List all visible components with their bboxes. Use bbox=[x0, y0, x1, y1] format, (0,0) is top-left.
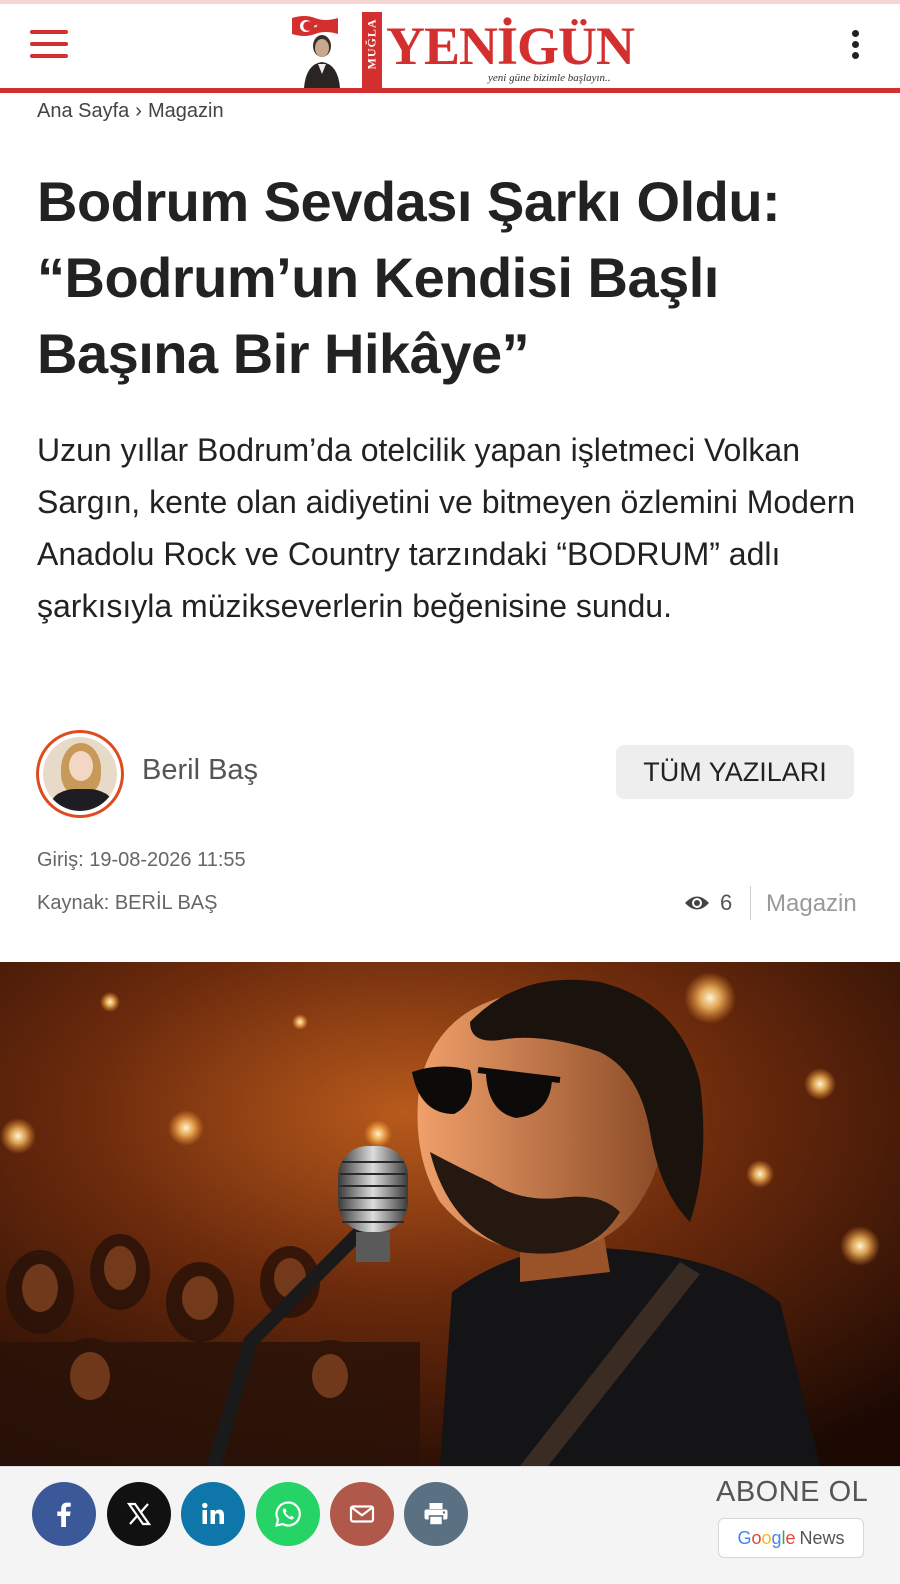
whatsapp-icon bbox=[275, 1501, 301, 1527]
breadcrumb-home-link[interactable]: Ana Sayfa bbox=[37, 100, 129, 122]
google-news-letter: o bbox=[761, 1527, 772, 1548]
eye-icon bbox=[685, 896, 709, 910]
site-logo[interactable]: MUĞLA YENİGÜN yeni güne bizimle başlayın… bbox=[290, 12, 640, 90]
whatsapp-share-button[interactable] bbox=[256, 1482, 320, 1546]
email-share-button[interactable] bbox=[330, 1482, 394, 1546]
ataturk-bust-icon bbox=[304, 35, 340, 88]
logo-side-text: MUĞLA bbox=[364, 18, 379, 70]
article-hero-image[interactable] bbox=[0, 962, 900, 1466]
x-share-button[interactable] bbox=[107, 1482, 171, 1546]
category-link[interactable]: Magazin bbox=[766, 890, 857, 918]
view-count: 6 bbox=[684, 889, 732, 917]
author-name-link[interactable]: Beril Baş bbox=[142, 754, 258, 787]
header-accent-bar bbox=[0, 88, 900, 93]
linkedin-share-button[interactable] bbox=[181, 1482, 245, 1546]
google-news-letter: e bbox=[785, 1527, 796, 1548]
logo-slogan: yeni güne bizimle başlayın.. bbox=[488, 72, 611, 84]
google-news-letter: g bbox=[771, 1527, 782, 1548]
breadcrumb-category-link[interactable]: Magazin bbox=[148, 100, 224, 122]
author-avatar[interactable] bbox=[36, 730, 124, 818]
logo-text: YENİGÜN bbox=[386, 16, 635, 76]
site-header: MUĞLA YENİGÜN yeni güne bizimle başlayın… bbox=[0, 4, 900, 90]
all-posts-button[interactable]: TÜM YAZILARI bbox=[616, 745, 854, 799]
google-news-button[interactable]: Go o g l e News bbox=[718, 1518, 864, 1558]
breadcrumb-separator: › bbox=[135, 100, 142, 122]
facebook-share-button[interactable] bbox=[32, 1482, 96, 1546]
singer-photo bbox=[0, 962, 900, 1466]
hamburger-menu-icon[interactable] bbox=[30, 30, 70, 64]
view-count-value: 6 bbox=[720, 890, 733, 915]
subscribe-label: ABONE OL bbox=[716, 1476, 869, 1508]
print-button[interactable] bbox=[404, 1482, 468, 1546]
google-news-letter: o bbox=[751, 1527, 762, 1548]
vertical-dots-icon[interactable] bbox=[845, 30, 865, 70]
envelope-icon bbox=[349, 1505, 375, 1523]
linkedin-icon bbox=[202, 1502, 224, 1524]
google-news-text: News bbox=[799, 1527, 845, 1548]
facebook-icon bbox=[57, 1502, 71, 1527]
meta-divider bbox=[750, 886, 751, 920]
source-text: Kaynak: BERİL BAŞ bbox=[37, 892, 218, 914]
article-lead: Uzun yıllar Bodrum’da otelcilik yapan iş… bbox=[37, 432, 856, 624]
publish-date: Giriş: 19-08-2026 11:55 bbox=[37, 849, 246, 871]
article-title: Bodrum Sevdası Şarkı Oldu: “Bodrum’un Ke… bbox=[37, 170, 781, 385]
printer-icon bbox=[424, 1503, 448, 1526]
google-news-letter: G bbox=[737, 1527, 752, 1548]
x-icon bbox=[126, 1502, 152, 1526]
breadcrumb: Ana Sayfa › Magazin bbox=[37, 100, 224, 123]
